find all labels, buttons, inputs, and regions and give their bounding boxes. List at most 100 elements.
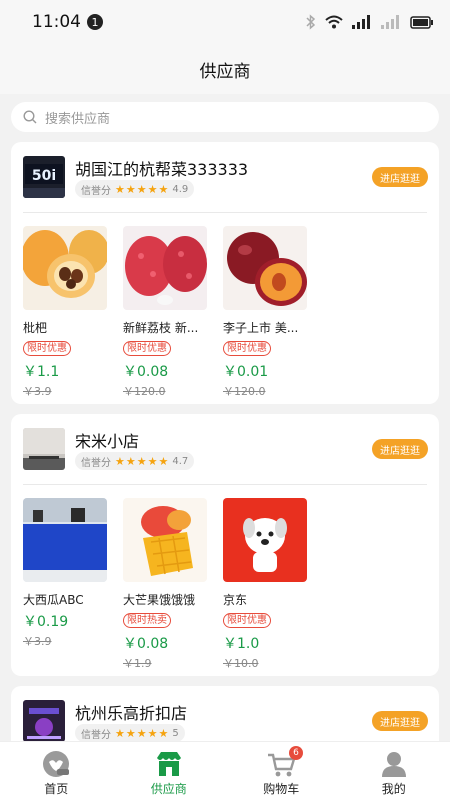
tab-label: 首页 (44, 782, 69, 796)
original-price: ￥120.0 (123, 385, 166, 398)
product-image-lychee[interactable] (123, 226, 207, 310)
tab-mine[interactable]: 我的 (338, 742, 450, 800)
tab-cart[interactable]: 6 购物车 (225, 742, 338, 800)
product-price: ￥0.01 (223, 364, 269, 380)
product-price: ￥0.08 (123, 364, 169, 380)
star-icon: ★ (125, 182, 136, 196)
enter-store-button[interactable]: 进店逛逛 (372, 711, 428, 731)
store-name[interactable]: 胡国江的杭帮菜333333 (75, 156, 248, 180)
store-card[interactable]: 宋米小店 信誉分 ★ ★ ★ ★ ★ 4.7 进店逛逛 大西瓜ABC ￥0.19 ￥3.… (11, 414, 439, 676)
product-item[interactable]: 李子上市 美... 限时优惠 ￥0.01 ￥120.0 (223, 226, 307, 399)
product-image-office[interactable] (23, 498, 107, 582)
product-item[interactable]: 京东 限时优惠 ￥1.0 ￥10.0 (223, 498, 307, 671)
credit-score: 信誉分 ★ ★ ★ ★ ★ 5 (75, 724, 185, 742)
product-price: ￥0.08 (123, 636, 169, 652)
star-icon: ★ (147, 726, 158, 740)
product-name: 大西瓜ABC (23, 593, 84, 607)
enter-store-button[interactable]: 进店逛逛 (372, 439, 428, 459)
tab-supplier[interactable]: 供应商 (113, 742, 226, 800)
notification-count-badge: 1 (87, 14, 103, 30)
credit-score: 信誉分 ★ ★ ★ ★ ★ 4.7 (75, 452, 195, 470)
store-name[interactable]: 杭州乐高折扣店 (75, 700, 187, 724)
star-icon: ★ (115, 726, 125, 740)
rating-value: 5 (172, 727, 179, 739)
rating-stars: ★ ★ ★ ★ ★ (115, 184, 168, 195)
star-icon: ★ (136, 454, 147, 468)
product-list: 枇杷 限时优惠 ￥1.1 ￥3.9 新鲜荔枝 新... 限时优惠 ￥0.08 ￥… (23, 226, 307, 399)
user-icon (381, 752, 406, 777)
credit-score: 信誉分 ★ ★ ★ ★ ★ 4.9 (75, 180, 195, 198)
original-price: ￥120.0 (223, 385, 266, 398)
star-icon: ★ (136, 182, 147, 196)
divider (23, 212, 427, 213)
product-image-mango[interactable] (123, 498, 207, 582)
bluetooth-icon (306, 14, 316, 30)
credit-label: 信誉分 (81, 185, 111, 197)
star-icon: ★ (158, 726, 169, 740)
product-item[interactable]: 大芒果饿饿饿 限时热卖 ￥0.08 ￥1.9 (123, 498, 207, 671)
product-image-jd-dog[interactable] (223, 498, 307, 582)
title-bar: 供应商 (0, 44, 450, 94)
store-logo (23, 428, 65, 470)
divider (23, 484, 427, 485)
wifi-icon (325, 15, 343, 29)
star-icon: ★ (147, 182, 158, 196)
search-icon (23, 110, 37, 124)
store-card[interactable]: 50i 胡国江的杭帮菜333333 信誉分 ★ ★ ★ ★ ★ 4.9 进店逛逛 枇杷 … (11, 142, 439, 404)
home-icon (43, 751, 70, 777)
product-image-plum[interactable] (223, 226, 307, 310)
search-input[interactable]: 搜索供应商 (11, 102, 439, 132)
product-list: 大西瓜ABC ￥0.19 ￥3.9 大芒果饿饿饿 限时热卖 ￥0.08 ￥1.9… (23, 498, 307, 671)
promo-tag: 限时热卖 (123, 613, 171, 628)
product-name: 新鲜荔枝 新... (123, 321, 199, 335)
enter-store-button[interactable]: 进店逛逛 (372, 167, 428, 187)
rating-value: 4.7 (172, 455, 189, 467)
promo-tag: 限时优惠 (223, 613, 271, 628)
product-name: 大芒果饿饿饿 (123, 593, 196, 607)
tab-home[interactable]: 首页 (0, 742, 113, 800)
store-icon (156, 752, 181, 776)
star-icon: ★ (115, 182, 125, 196)
rating-stars: ★ ★ ★ ★ ★ (115, 728, 168, 739)
original-price: ￥3.9 (23, 635, 52, 648)
promo-tag: 限时优惠 (223, 341, 271, 356)
promo-tag: 限时优惠 (23, 341, 71, 356)
star-icon: ★ (125, 726, 136, 740)
product-item[interactable]: 枇杷 限时优惠 ￥1.1 ￥3.9 (23, 226, 107, 399)
original-price: ￥10.0 (223, 657, 259, 670)
credit-label: 信誉分 (81, 457, 111, 469)
cart-badge: 6 (289, 746, 303, 760)
rating-value: 4.9 (172, 183, 189, 195)
star-icon: ★ (125, 454, 136, 468)
product-name: 李子上市 美... (223, 321, 299, 335)
product-price: ￥0.19 (23, 614, 69, 630)
signal-icon (352, 15, 370, 29)
battery-icon (410, 15, 433, 29)
promo-tag: 限时优惠 (123, 341, 171, 356)
svg-text:50i: 50i (32, 168, 56, 184)
store-logo: 50i (23, 156, 65, 198)
star-icon: ★ (158, 454, 169, 468)
star-icon: ★ (147, 454, 158, 468)
status-bar: 11:04 1 (0, 0, 450, 44)
star-icon: ★ (115, 454, 125, 468)
search-placeholder: 搜索供应商 (45, 111, 111, 127)
store-name[interactable]: 宋米小店 (75, 428, 139, 452)
product-item[interactable]: 新鲜荔枝 新... 限时优惠 ￥0.08 ￥120.0 (123, 226, 207, 399)
product-price: ￥1.1 (23, 364, 60, 380)
star-icon: ★ (158, 182, 169, 196)
original-price: ￥3.9 (23, 385, 52, 398)
product-item[interactable]: 大西瓜ABC ￥0.19 ￥3.9 (23, 498, 107, 671)
credit-label: 信誉分 (81, 729, 111, 741)
product-image-loquat[interactable] (23, 226, 107, 310)
bottom-tab-bar: 首页 供应商 6 购物车 我的 (0, 741, 450, 800)
page-title: 供应商 (199, 61, 251, 82)
tab-label: 我的 (381, 782, 406, 796)
signal-secondary-icon (381, 15, 399, 29)
tab-label: 购物车 (263, 782, 300, 796)
rating-stars: ★ ★ ★ ★ ★ (115, 456, 168, 467)
status-time: 11:04 (32, 12, 81, 32)
tab-label: 供应商 (150, 782, 187, 796)
star-icon: ★ (136, 726, 147, 740)
product-price: ￥1.0 (223, 636, 260, 652)
